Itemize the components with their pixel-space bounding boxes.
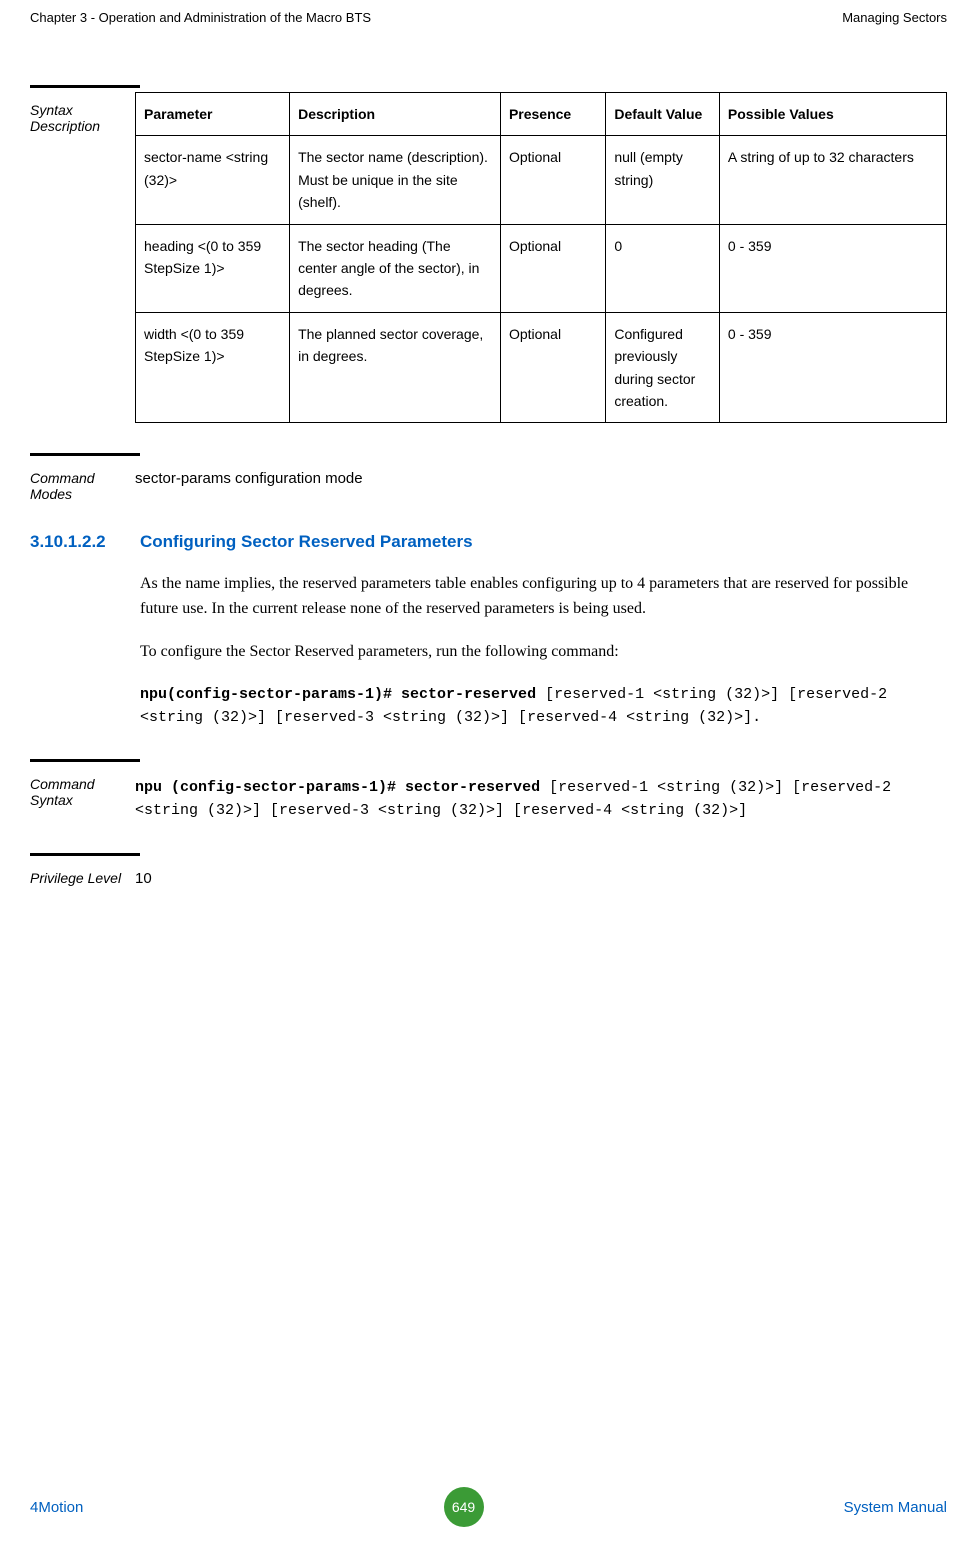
- col-presence: Presence: [500, 93, 605, 136]
- cell-possible: A string of up to 32 characters: [719, 136, 946, 224]
- header-right: Managing Sectors: [842, 10, 947, 25]
- command-syntax-block: Command Syntax npu (config-sector-params…: [30, 759, 947, 823]
- col-description: Description: [290, 93, 501, 136]
- section-number: 3.10.1.2.2: [30, 532, 140, 552]
- cell-description: The sector heading (The center angle of …: [290, 224, 501, 312]
- syntax-description-block: Syntax Description Parameter Description…: [30, 85, 947, 423]
- section-heading: 3.10.1.2.2 Configuring Sector Reserved P…: [30, 532, 947, 552]
- col-possible: Possible Values: [719, 93, 946, 136]
- privilege-level-block: Privilege Level 10: [30, 853, 947, 887]
- page-footer: 4Motion 649 System Manual: [30, 1487, 947, 1527]
- command-bold: npu(config-sector-params-1)# sector-rese…: [140, 686, 536, 703]
- command-syntax-bold: npu (config-sector-params-1)# sector-res…: [135, 779, 540, 796]
- body-paragraph: As the name implies, the reserved parame…: [140, 572, 947, 622]
- cell-description: The planned sector coverage, in degrees.: [290, 312, 501, 423]
- cell-default: Configured previously during sector crea…: [606, 312, 720, 423]
- header-left: Chapter 3 - Operation and Administration…: [30, 10, 371, 25]
- privilege-level-text: 10: [135, 860, 947, 887]
- syntax-description-label: Syntax Description: [30, 92, 135, 423]
- footer-right: System Manual: [844, 1499, 947, 1516]
- parameter-table: Parameter Description Presence Default V…: [135, 92, 947, 423]
- command-modes-block: Command Modes sector-params configuratio…: [30, 453, 947, 502]
- section-rule: [30, 453, 140, 456]
- col-parameter: Parameter: [136, 93, 290, 136]
- section-title: Configuring Sector Reserved Parameters: [140, 532, 473, 552]
- section-rule: [30, 85, 140, 88]
- body-paragraph: To configure the Sector Reserved paramet…: [140, 640, 947, 665]
- command-syntax-label: Command Syntax: [30, 766, 135, 823]
- table-row: sector-name <string (32)> The sector nam…: [136, 136, 947, 224]
- section-rule: [30, 759, 140, 762]
- cell-parameter: heading <(0 to 359 StepSize 1)>: [136, 224, 290, 312]
- cell-presence: Optional: [500, 312, 605, 423]
- table-row: heading <(0 to 359 StepSize 1)> The sect…: [136, 224, 947, 312]
- cell-possible: 0 - 359: [719, 224, 946, 312]
- cell-default: 0: [606, 224, 720, 312]
- page-number-badge: 649: [444, 1487, 484, 1527]
- cell-presence: Optional: [500, 136, 605, 224]
- privilege-level-label: Privilege Level: [30, 860, 135, 887]
- footer-left: 4Motion: [30, 1499, 83, 1516]
- command-syntax-text: npu (config-sector-params-1)# sector-res…: [135, 766, 947, 823]
- table-row: width <(0 to 359 StepSize 1)> The planne…: [136, 312, 947, 423]
- cell-parameter: sector-name <string (32)>: [136, 136, 290, 224]
- command-example: npu(config-sector-params-1)# sector-rese…: [140, 683, 947, 730]
- cell-presence: Optional: [500, 224, 605, 312]
- command-modes-label: Command Modes: [30, 460, 135, 502]
- cell-possible: 0 - 359: [719, 312, 946, 423]
- section-rule: [30, 853, 140, 856]
- col-default: Default Value: [606, 93, 720, 136]
- cell-description: The sector name (description). Must be u…: [290, 136, 501, 224]
- cell-default: null (empty string): [606, 136, 720, 224]
- page-header: Chapter 3 - Operation and Administration…: [30, 10, 947, 25]
- cell-parameter: width <(0 to 359 StepSize 1)>: [136, 312, 290, 423]
- command-modes-text: sector-params configuration mode: [135, 460, 947, 502]
- table-header-row: Parameter Description Presence Default V…: [136, 93, 947, 136]
